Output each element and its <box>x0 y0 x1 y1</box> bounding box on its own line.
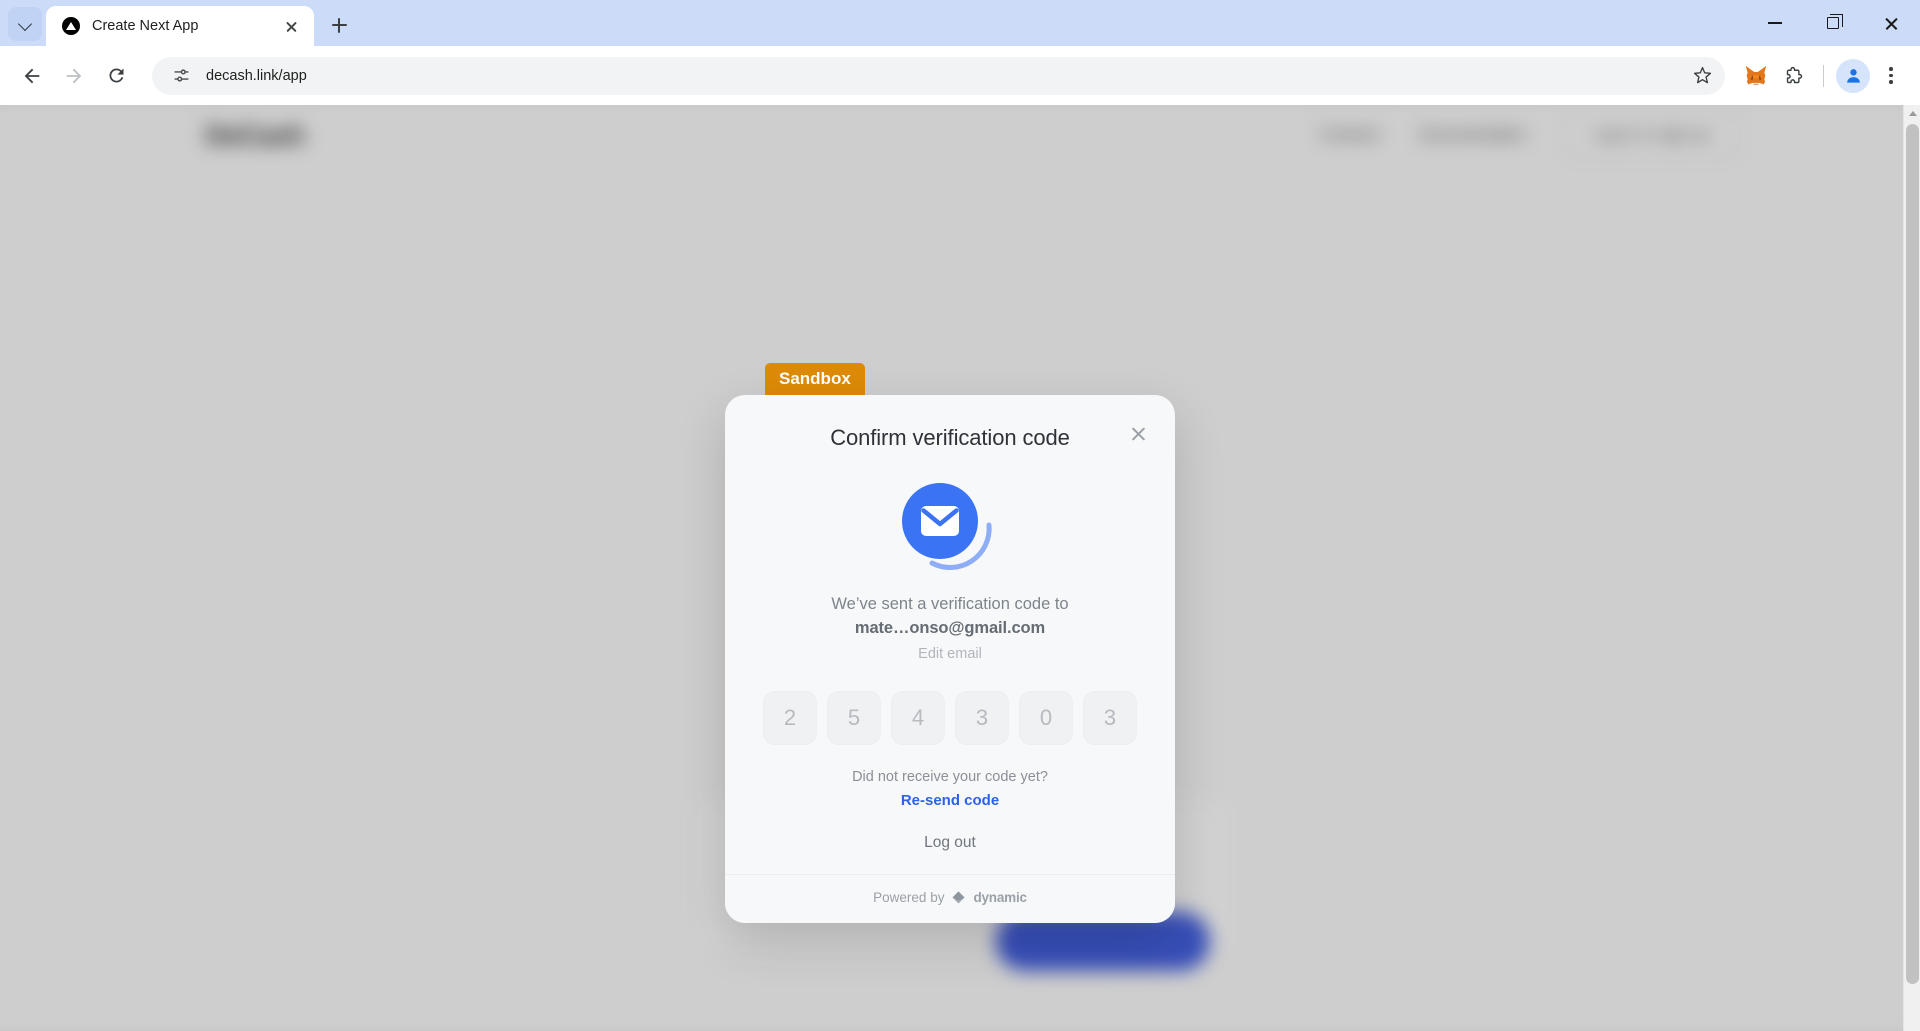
dynamic-brand-name: dynamic <box>973 890 1027 905</box>
extension-icons <box>1739 58 1908 93</box>
close-icon <box>285 20 298 33</box>
close-icon <box>1130 426 1147 443</box>
modal-header: Confirm verification code <box>725 395 1175 451</box>
resend-hint: Did not receive your code yet? <box>852 769 1048 785</box>
modal-body: We’ve sent a verification code to mate…o… <box>725 479 1175 874</box>
chrome-menu-button[interactable] <box>1874 59 1908 93</box>
modal-close-button[interactable] <box>1125 421 1151 447</box>
nextjs-triangle-icon <box>62 17 80 35</box>
tab-close-button[interactable] <box>278 13 304 39</box>
metamask-extension-icon[interactable] <box>1739 59 1773 93</box>
otp-digit-5[interactable]: 0 <box>1019 691 1073 745</box>
window-close-icon <box>1884 16 1899 31</box>
window-maximize-button[interactable] <box>1804 0 1862 46</box>
tab-title: Create Next App <box>92 18 199 34</box>
verification-modal: Confirm verification code We’ve sent a v… <box>725 395 1175 923</box>
kebab-dot <box>1889 80 1893 84</box>
sent-message: We’ve sent a verification code to <box>831 595 1069 613</box>
logout-button[interactable]: Log out <box>759 834 1141 852</box>
reload-button[interactable] <box>96 56 136 96</box>
recipient-email: mate…onso@gmail.com <box>854 619 1046 637</box>
vertical-scrollbar[interactable] <box>1903 105 1920 1031</box>
resend-code-link[interactable]: Re-send code <box>901 792 999 809</box>
extensions-puzzle-icon[interactable] <box>1777 59 1811 93</box>
edit-email-link[interactable]: Edit email <box>918 646 982 662</box>
powered-by-label: Powered by <box>873 890 945 905</box>
window-controls <box>1746 0 1920 46</box>
bookmark-star-icon[interactable] <box>1685 59 1719 93</box>
chevron-down-icon <box>19 18 32 31</box>
email-envelope-icon <box>902 483 978 559</box>
otp-digit-2[interactable]: 5 <box>827 691 881 745</box>
scrollbar-thumb[interactable] <box>1906 124 1919 984</box>
otp-input-group: 2 5 4 3 0 3 <box>759 691 1141 745</box>
maximize-icon <box>1827 14 1843 29</box>
otp-digit-1[interactable]: 2 <box>763 691 817 745</box>
otp-digit-4[interactable]: 3 <box>955 691 1009 745</box>
minimize-icon <box>1768 22 1782 24</box>
tab-search-button[interactable] <box>8 7 42 41</box>
browser-window: Create Next App decash.link/app DeCash C… <box>0 0 1920 1031</box>
scroll-up-arrow-icon[interactable] <box>1904 105 1920 122</box>
window-close-button[interactable] <box>1862 0 1920 46</box>
forward-button[interactable] <box>54 56 94 96</box>
powered-by: Powered by dynamic <box>873 890 1027 905</box>
tab-strip: Create Next App <box>0 0 1920 46</box>
dynamic-diamond-icon <box>952 891 965 904</box>
url-text: decash.link/app <box>206 67 307 84</box>
otp-digit-6[interactable]: 3 <box>1083 691 1137 745</box>
site-settings-tune-icon[interactable] <box>168 63 194 89</box>
plus-icon <box>331 17 347 33</box>
toolbar-divider <box>1823 64 1824 87</box>
new-tab-button[interactable] <box>322 8 356 42</box>
address-bar[interactable]: decash.link/app <box>152 56 1725 95</box>
email-status-graphic <box>898 479 1002 583</box>
reload-icon <box>108 68 123 83</box>
page-viewport: DeCash Contract Documentation Log in or … <box>0 105 1920 1031</box>
modal-footer: Powered by dynamic <box>725 874 1175 923</box>
browser-tab[interactable]: Create Next App <box>46 6 314 46</box>
kebab-dot <box>1889 67 1893 71</box>
profile-avatar[interactable] <box>1836 58 1870 93</box>
sandbox-badge: Sandbox <box>765 363 865 397</box>
back-arrow-icon <box>24 68 40 83</box>
window-minimize-button[interactable] <box>1746 0 1804 46</box>
modal-title: Confirm verification code <box>830 425 1070 450</box>
back-button[interactable] <box>12 56 52 96</box>
kebab-dot <box>1889 73 1893 78</box>
otp-digit-3[interactable]: 4 <box>891 691 945 745</box>
forward-arrow-icon <box>66 68 82 83</box>
browser-toolbar: decash.link/app <box>0 46 1920 105</box>
